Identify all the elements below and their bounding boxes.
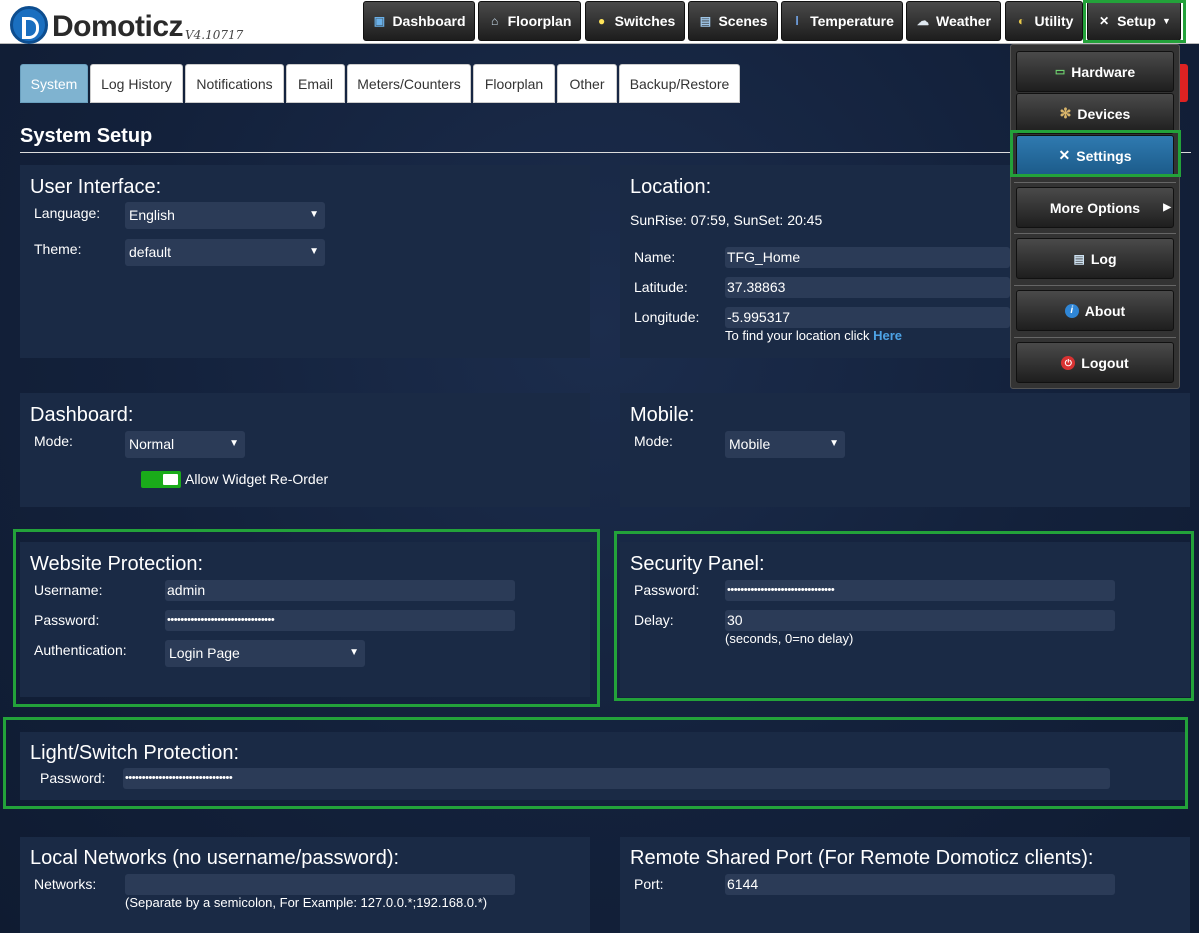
highlight-security-panel [614,531,1194,701]
thermometer-icon: ǀ [795,14,799,28]
tab-email[interactable]: Email [286,64,345,103]
highlight-setup [1083,0,1186,43]
nav-temperature-button[interactable]: ǀ Temperature [781,1,903,41]
menu-item-log[interactable]: ▤ Log [1016,238,1174,279]
floorplan-icon: ⌂ [490,14,499,28]
theme-select[interactable]: default ▼ [125,239,325,266]
networks-input[interactable] [125,874,515,895]
dashboard-panel: Dashboard: Mode: Normal ▼ Allow Widget R… [20,393,590,507]
panel-title: Remote Shared Port (For Remote Domoticz … [630,847,1094,869]
panel-title: Mobile: [630,404,695,426]
mobile-mode-label: Mode: [634,433,673,449]
tab-meters-counters[interactable]: Meters/Counters [347,64,471,103]
tab-other[interactable]: Other [557,64,617,103]
chevron-down-icon: ▼ [229,438,239,449]
port-input[interactable]: 6144 [725,874,1115,895]
remote-port-panel: Remote Shared Port (For Remote Domoticz … [620,837,1190,933]
latitude-input[interactable]: 37.38863 [725,277,1010,298]
sun-times: SunRise: 07:59, SunSet: 20:45 [630,212,823,228]
tab-notifications[interactable]: Notifications [185,64,284,103]
menu-item-devices[interactable]: ✻ Devices [1016,93,1174,134]
nav-floorplan-button[interactable]: ⌂ Floorplan [478,1,581,41]
nav-switches-button[interactable]: ● Switches [585,1,685,41]
info-icon: i [1064,303,1079,318]
menu-item-hardware[interactable]: ▭ Hardware [1016,51,1174,92]
mobile-mode-select[interactable]: Mobile ▼ [725,431,845,458]
hardware-icon: ▭ [1054,66,1066,78]
highlight-website-protection [13,529,600,707]
page-title: System Setup [20,125,153,147]
find-location-link[interactable]: Here [873,328,902,343]
menu-divider [1014,182,1176,183]
nav-dashboard-button[interactable]: ▣ Dashboard [363,1,475,41]
tab-backup-restore[interactable]: Backup/Restore [619,64,740,103]
local-networks-panel: Local Networks (no username/password): N… [20,837,590,933]
app-logo[interactable]: Domoticz V4.10717 [10,6,243,44]
location-name-input[interactable]: TFG_Home [725,247,1010,268]
nav-utility-button[interactable]: ◐ Utility [1005,1,1083,41]
panel-title: Dashboard: [30,404,134,426]
menu-divider [1014,285,1176,286]
dashboard-mode-label: Mode: [34,433,73,449]
menu-divider [1014,337,1176,338]
app-name: Domoticz [52,10,184,43]
utility-icon: ◐ [1017,14,1026,28]
dashboard-icon: ▣ [373,14,386,28]
longitude-input[interactable]: -5.995317 [725,307,1010,328]
name-label: Name: [634,249,676,265]
tab-log-history[interactable]: Log History [90,64,183,103]
port-label: Port: [634,876,664,892]
nav-scenes-button[interactable]: ▤ Scenes [688,1,778,41]
networks-label: Networks: [34,876,97,892]
chevron-down-icon: ▼ [309,209,319,220]
gear-icon: ✻ [1059,105,1072,121]
cloud-icon: ☁ [917,14,929,28]
theme-label: Theme: [34,241,82,257]
menu-divider [1014,233,1176,234]
setup-dropdown-menu: ▭ Hardware ✻ Devices ✕ Settings More Opt… [1010,44,1180,389]
domoticz-logo-icon [10,6,48,44]
panel-title: Local Networks (no username/password): [30,847,400,869]
user-interface-panel: User Interface: Language: English ▼ Them… [20,165,590,358]
location-panel: Location: SunRise: 07:59, SunSet: 20:45 … [620,165,1010,358]
power-icon: ⏻ [1061,355,1076,370]
chevron-down-icon: ▼ [829,438,839,449]
chevron-down-icon: ▼ [309,246,319,257]
nav-weather-button[interactable]: ☁ Weather [906,1,1001,41]
menu-item-more-options[interactable]: More Options ▶ [1016,187,1174,228]
highlight-settings [1010,130,1181,177]
highlight-light-switch-protection [3,717,1188,809]
app-version: V4.10717 [185,28,244,42]
chevron-right-icon: ▶ [1163,202,1171,213]
log-icon: ▤ [1073,251,1085,266]
longitude-label: Longitude: [634,309,700,325]
panel-title: User Interface: [30,176,162,198]
find-location-hint: To find your location click Here [725,328,903,343]
mobile-panel: Mobile: Mode: Mobile ▼ [620,393,1190,507]
top-bar: Domoticz V4.10717 ▣ Dashboard ⌂ Floorpla… [0,0,1199,44]
widget-reorder-label: Allow Widget Re-Order [185,471,329,487]
panel-title: Location: [630,176,712,198]
menu-item-about[interactable]: i About [1016,290,1174,331]
widget-reorder-toggle[interactable] [141,471,181,488]
networks-note: (Separate by a semicolon, For Example: 1… [125,895,488,910]
tab-system[interactable]: System [20,64,88,103]
language-label: Language: [34,205,101,221]
latitude-label: Latitude: [634,279,688,295]
clapperboard-icon: ▤ [699,14,712,28]
menu-item-logout[interactable]: ⏻ Logout [1016,342,1174,383]
dashboard-mode-select[interactable]: Normal ▼ [125,431,245,458]
tab-floorplan[interactable]: Floorplan [473,64,555,103]
language-select[interactable]: English ▼ [125,202,325,229]
lightbulb-icon: ● [598,14,606,28]
